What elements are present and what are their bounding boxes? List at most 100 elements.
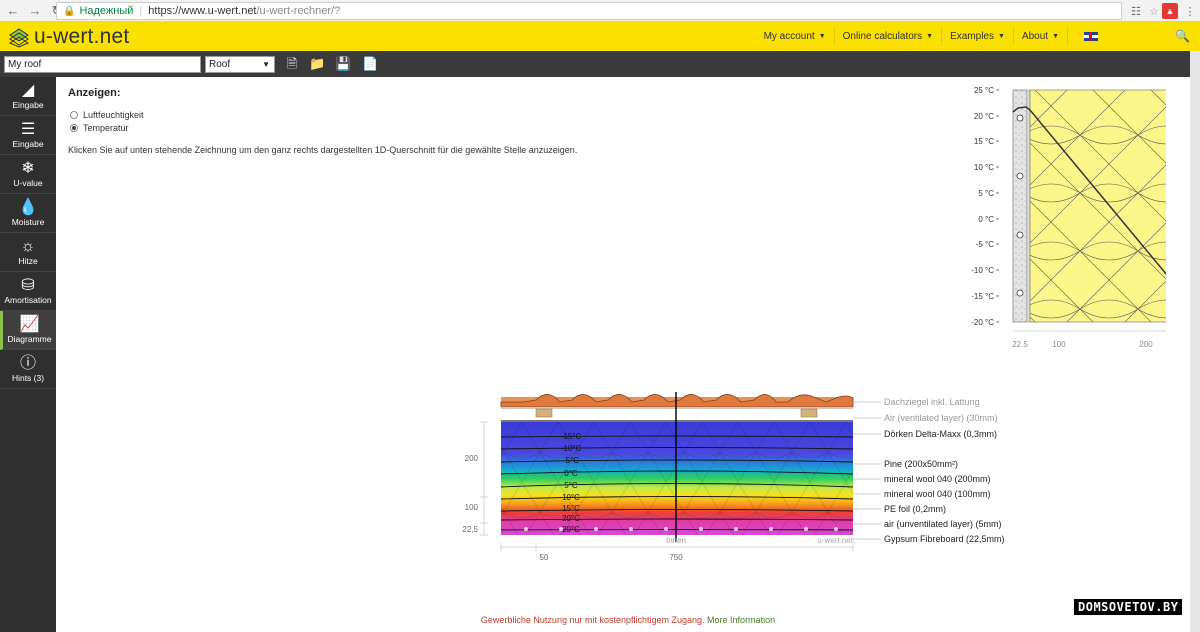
- sidebar-item-amortisation[interactable]: ⛁ Amortisation: [0, 272, 56, 311]
- menu-examples[interactable]: Examples ▼: [941, 28, 1013, 45]
- radio-circle: [70, 111, 78, 119]
- temperature-profile-chart[interactable]: 25 °C 20 °C 15 °C 10 °C 5 °C 0 °C -5 °C …: [906, 77, 1166, 352]
- sidebar-item-moisture[interactable]: 💧 Moisture: [0, 194, 56, 233]
- menu-label: About: [1021, 31, 1049, 42]
- extension-icon[interactable]: ▲: [1162, 3, 1178, 19]
- layer-label: Pine (200x50mm²): [884, 459, 958, 469]
- menu-label: Online calculators: [842, 31, 923, 42]
- instruction-text: Klicken Sie auf unten stehende Zeichnung…: [68, 145, 578, 155]
- menu-my-account[interactable]: My account ▼: [756, 28, 834, 45]
- secure-label: Надежный: [79, 5, 134, 17]
- search-icon[interactable]: 🔍: [1175, 29, 1190, 43]
- layer-label: Dachziegel inkl. Lattung: [884, 397, 980, 407]
- isotherm-label: 10°C: [562, 493, 580, 502]
- roof-pitch-icon: ◢: [21, 82, 35, 99]
- layers-icon: ☰: [20, 121, 36, 138]
- more-info-link[interactable]: More Information: [707, 615, 775, 625]
- layer-label: air (unventilated layer) (5mm): [884, 519, 1002, 529]
- menu-label: Examples: [950, 31, 994, 42]
- sidebar-item-u-value[interactable]: ❄ U-value: [0, 155, 56, 194]
- footer-text: Gewerbliche Nutzung nur mit kostenpflich…: [480, 615, 705, 625]
- site-header: u-wert.net My account ▼ Online calculator…: [0, 22, 1200, 51]
- sidebar-item-hitze[interactable]: ☼ Hitze: [0, 233, 56, 272]
- caret-down-icon: ▼: [818, 33, 826, 40]
- site-logo[interactable]: u-wert.net: [8, 25, 129, 49]
- new-file-icon[interactable]: 🗎: [285, 57, 299, 71]
- wool-texture-overlay: [501, 422, 853, 535]
- layer-leader-lines: [853, 401, 881, 540]
- inside-label: Innen: [666, 536, 686, 545]
- layer-label: Dörken Delta-Maxx (0,3mm): [884, 429, 997, 439]
- coins-icon: ⛁: [21, 277, 35, 294]
- main-content: Anzeigen: Luftfeuchtigkeit Temperatur Kl…: [56, 77, 1200, 632]
- radio-humidity[interactable]: Luftfeuchtigkeit: [70, 110, 144, 120]
- svg-text:5 °C: 5 °C: [978, 189, 994, 198]
- url-path: /u-wert-rechner/?: [256, 5, 341, 17]
- sidebar-item-diagramme[interactable]: 📈 Diagramme: [0, 311, 56, 350]
- profile-y-tick: 15 °C: [974, 137, 994, 146]
- open-folder-icon[interactable]: 📁: [309, 57, 325, 71]
- construction-type-value: Roof: [209, 59, 231, 70]
- url-host: https://www.u-wert.net: [148, 5, 257, 17]
- layer-label: mineral wool 040 (100mm): [884, 489, 991, 499]
- profile-layer-foil: [1026, 89, 1031, 323]
- logo-icon: [8, 28, 30, 48]
- isotherm-label: -5°C: [563, 456, 579, 465]
- save-icon[interactable]: 💾: [335, 57, 351, 71]
- browser-menu-icon[interactable]: ⋮: [1182, 3, 1198, 19]
- svg-text:15 °C: 15 °C: [974, 137, 994, 146]
- roof-cross-section-diagram[interactable]: -15°C -10°C -5°C 0°C 5°C 10°C 15°C 20°C …: [396, 392, 1016, 592]
- sidebar-item-label: Hitze: [18, 256, 38, 266]
- bottom-dimension-labels: 50 750: [540, 553, 684, 562]
- menu-language[interactable]: [1067, 28, 1114, 45]
- profile-tick-marks: [996, 89, 999, 323]
- svg-text:0 °C: 0 °C: [978, 215, 994, 224]
- isotherm-label: -10°C: [561, 444, 582, 453]
- site-watermark: DOMSOVETOV.BY: [1073, 598, 1184, 616]
- dimension-label: 200: [465, 454, 479, 463]
- footer-notice: Gewerbliche Nutzung nur mit kostenpflich…: [56, 615, 1200, 625]
- svg-text:20 °C: 20 °C: [974, 112, 994, 121]
- layer-label: Gypsum Fibreboard (22,5mm): [884, 534, 1005, 544]
- project-name-input[interactable]: My roof: [4, 56, 201, 73]
- profile-y-tick: 25 °C: [974, 86, 994, 95]
- layer-label: Air (ventilated layer) (30mm): [884, 413, 998, 423]
- profile-layer-gypsum: [1012, 89, 1028, 323]
- isotherm-label: 20°C: [562, 514, 580, 523]
- roof-tiles: [500, 394, 854, 408]
- translate-icon[interactable]: ☷: [1128, 3, 1144, 19]
- profile-y-tick: 0 °C: [978, 215, 994, 224]
- sidebar-item-eingabe-layers[interactable]: ☰ Eingabe: [0, 116, 56, 155]
- radio-temperature[interactable]: Temperatur: [70, 123, 129, 133]
- profile-y-tick: -10 °C: [971, 266, 994, 275]
- isotherm-label: 5°C: [564, 481, 578, 490]
- logo-text: u-wert.net: [34, 25, 130, 48]
- sidebar-item-eingabe-roof[interactable]: ◢ Eingabe: [0, 77, 56, 116]
- tile-batten-strip: [501, 407, 853, 409]
- isotherm-label: -15°C: [561, 432, 582, 441]
- sidebar: ◢ Eingabe ☰ Eingabe ❄ U-value 💧 Moisture ☼ Hi…: [0, 77, 56, 632]
- forward-icon[interactable]: →: [26, 2, 44, 20]
- pdf-icon[interactable]: 📄: [362, 57, 378, 71]
- isotherm-label: 20°C: [562, 525, 580, 534]
- construction-type-select[interactable]: Roof ▼: [205, 56, 275, 73]
- profile-x-labels: 22.5 100 200: [1012, 340, 1153, 349]
- menu-online-calculators[interactable]: Online calculators ▼: [833, 28, 941, 45]
- uk-flag-icon: [1084, 32, 1098, 41]
- sidebar-item-label: Eingabe: [12, 100, 44, 110]
- bookmark-star-icon[interactable]: ☆: [1146, 3, 1162, 19]
- profile-y-tick: -20 °C: [971, 318, 994, 327]
- menu-about[interactable]: About ▼: [1012, 28, 1067, 45]
- sidebar-item-hints[interactable]: ⓘ Hints (3): [0, 350, 56, 389]
- svg-text:25 °C: 25 °C: [974, 86, 994, 95]
- svg-text:-10 °C: -10 °C: [971, 266, 994, 275]
- address-bar[interactable]: 🔒 Надежный | https://www.u-wert.net/u-we…: [56, 2, 1122, 20]
- membrane-line: [501, 420, 853, 422]
- left-dimension-labels: 200 100 22,5: [462, 454, 478, 534]
- caret-down-icon: ▼: [926, 33, 934, 40]
- sidebar-item-label: U-value: [13, 178, 43, 188]
- layer-label: PE foil (0,2mm): [884, 504, 946, 514]
- svg-text:-15 °C: -15 °C: [971, 292, 994, 301]
- back-icon[interactable]: ←: [4, 2, 22, 20]
- profile-y-tick: -15 °C: [971, 292, 994, 301]
